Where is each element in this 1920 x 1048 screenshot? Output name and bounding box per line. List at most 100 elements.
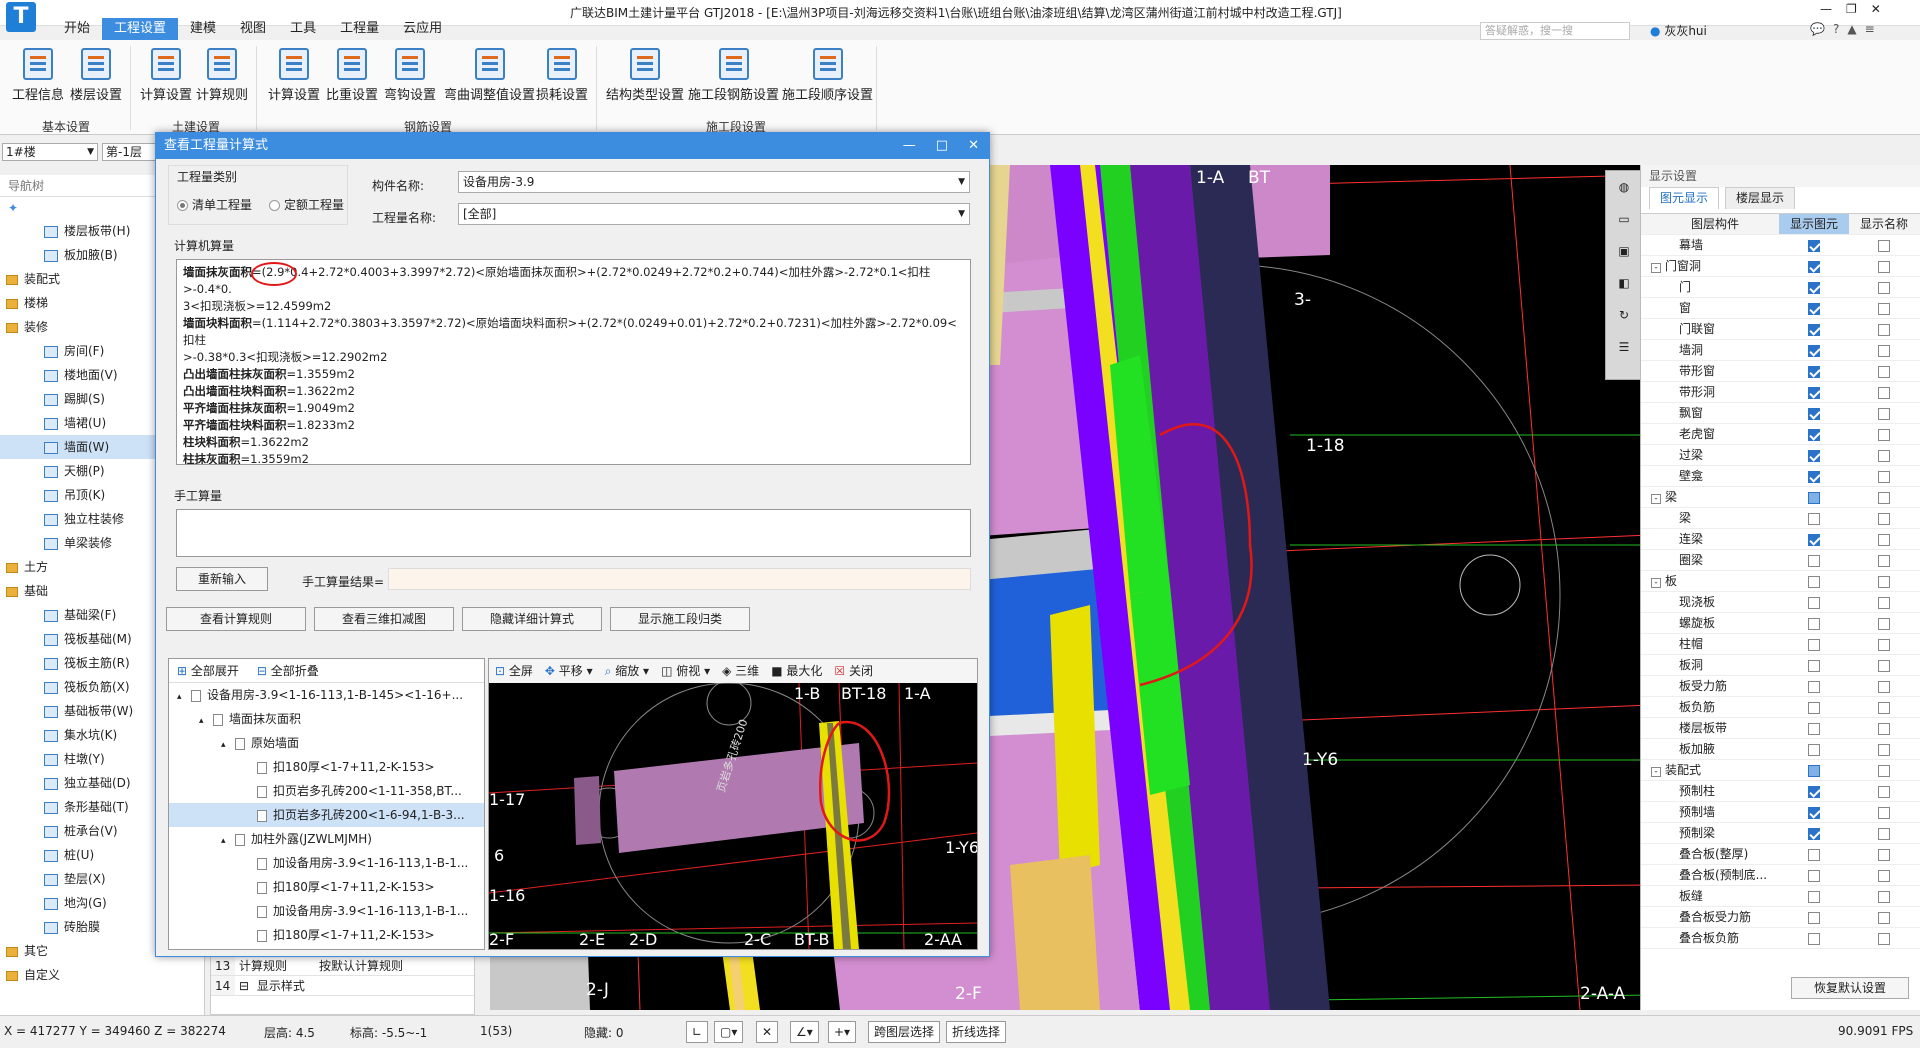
show-element-checkbox[interactable]	[1808, 701, 1820, 714]
tab-3[interactable]: 视图	[228, 18, 278, 40]
show-element-checkbox[interactable]	[1808, 617, 1820, 630]
show-element-checkbox[interactable]	[1808, 848, 1820, 861]
show-element-checkbox[interactable]	[1808, 911, 1820, 924]
show-name-checkbox[interactable]	[1878, 449, 1890, 462]
show-element-checkbox[interactable]	[1808, 386, 1820, 399]
layer-row[interactable]: -梁	[1641, 487, 1920, 508]
zoom-button[interactable]: ⌕ 缩放 ▾	[605, 659, 649, 683]
pan-button[interactable]: ✥ 平移 ▾	[545, 659, 593, 683]
show-name-checkbox[interactable]	[1878, 407, 1890, 420]
show-element-checkbox[interactable]	[1808, 302, 1820, 315]
layer-row[interactable]: 预制柱	[1641, 781, 1920, 802]
tab-element-display[interactable]: 图元显示	[1649, 187, 1720, 209]
component-select[interactable]: 设备用房-3.9 ▼	[458, 171, 970, 193]
show-element-checkbox[interactable]	[1808, 344, 1820, 357]
layer-row[interactable]: 叠合板(整厚)	[1641, 844, 1920, 865]
show-element-checkbox[interactable]	[1808, 554, 1820, 567]
layer-row[interactable]: 过梁	[1641, 445, 1920, 466]
fullscreen-button[interactable]: ⊡ 全屏	[495, 659, 533, 683]
tab-0[interactable]: 开始	[52, 18, 102, 40]
layer-row[interactable]: 柱帽	[1641, 634, 1920, 655]
cross-icon[interactable]: ✕	[756, 1021, 779, 1043]
layer-row[interactable]: 门	[1641, 277, 1920, 298]
box-icon[interactable]: ◧	[1606, 267, 1642, 299]
show-name-checkbox[interactable]	[1878, 659, 1890, 672]
weight-settings-button[interactable]: 比重设置	[326, 48, 378, 103]
show-name-checkbox[interactable]	[1878, 701, 1890, 714]
show-name-checkbox[interactable]	[1878, 281, 1890, 294]
show-element-checkbox[interactable]	[1808, 743, 1820, 756]
tree-item[interactable]: 扣180厚<1-7+11,2-K-153>	[169, 755, 484, 779]
hide-detail-button[interactable]: 隐藏详细计算式	[462, 607, 602, 631]
show-name-checkbox[interactable]	[1878, 344, 1890, 357]
layer-row[interactable]: 预制墙	[1641, 802, 1920, 823]
layer-row[interactable]: 板缝	[1641, 886, 1920, 907]
calc-settings-button[interactable]: 计算设置	[140, 48, 192, 103]
star-icon[interactable]: ✦	[8, 201, 18, 215]
show-element-checkbox[interactable]	[1808, 869, 1820, 882]
maximize-button[interactable]: ■ 最大化	[771, 659, 822, 683]
restore-icon[interactable]: ❐	[1846, 2, 1857, 16]
layer-row[interactable]: 带形洞	[1641, 382, 1920, 403]
layer-row[interactable]: 老虎窗	[1641, 424, 1920, 445]
show-element-checkbox[interactable]	[1808, 512, 1820, 525]
3d-button[interactable]: ◈ 三维	[722, 659, 759, 683]
minimize-icon[interactable]: —	[903, 133, 916, 159]
expand-arrow-icon[interactable]: ▴	[221, 829, 235, 851]
show-name-checkbox[interactable]	[1878, 365, 1890, 378]
show-element-checkbox[interactable]	[1808, 680, 1820, 693]
show-name-checkbox[interactable]	[1878, 638, 1890, 651]
2d-icon[interactable]: ▭	[1606, 203, 1642, 235]
show-element-checkbox[interactable]	[1808, 596, 1820, 609]
show-element-checkbox[interactable]	[1808, 722, 1820, 735]
loss-settings-button[interactable]: 损耗设置	[536, 48, 588, 103]
show-element-checkbox[interactable]	[1808, 806, 1820, 819]
tree-item[interactable]: 加设备用房-3.9<1-16-113,1-B-1...	[169, 851, 484, 875]
show-name-checkbox[interactable]	[1878, 848, 1890, 861]
show-name-checkbox[interactable]	[1878, 428, 1890, 441]
show-element-checkbox[interactable]	[1808, 428, 1820, 441]
show-stage-button[interactable]: 显示施工段归类	[610, 607, 750, 631]
show-element-checkbox[interactable]	[1808, 491, 1820, 504]
rotate-icon[interactable]: ↻	[1606, 299, 1642, 331]
chat-icon[interactable]: 💬	[1810, 22, 1825, 36]
close-icon[interactable]: ✕	[968, 133, 979, 159]
restore-defaults-button[interactable]: 恢复默认设置	[1791, 977, 1909, 999]
show-name-checkbox[interactable]	[1878, 806, 1890, 819]
bend-adjust-button[interactable]: 弯曲调整值设置	[444, 48, 535, 103]
layer-row[interactable]: 墙洞	[1641, 340, 1920, 361]
tab-2[interactable]: 建模	[178, 18, 228, 40]
layer-row[interactable]: 预制梁	[1641, 823, 1920, 844]
collapse-icon[interactable]: -	[1651, 578, 1661, 588]
show-element-checkbox[interactable]	[1808, 449, 1820, 462]
layer-row[interactable]: 窗	[1641, 298, 1920, 319]
show-element-checkbox[interactable]	[1808, 365, 1820, 378]
show-name-checkbox[interactable]	[1878, 302, 1890, 315]
snap-icon[interactable]: ▢▾	[714, 1021, 744, 1043]
layer-row[interactable]: 梁	[1641, 508, 1920, 529]
expand-arrow-icon[interactable]: ▴	[199, 709, 213, 731]
cross-layer-button[interactable]: 跨图层选择	[868, 1021, 941, 1043]
quota-quantity-radio[interactable]: 定额工程量	[269, 196, 344, 213]
ortho-icon[interactable]: ∟	[686, 1021, 709, 1043]
show-name-checkbox[interactable]	[1878, 575, 1890, 588]
layers-icon[interactable]: ☰	[1606, 331, 1642, 363]
show-element-checkbox[interactable]	[1808, 407, 1820, 420]
view-rules-button[interactable]: 查看计算规则	[166, 607, 306, 631]
user-name[interactable]: ● 灰灰hui	[1650, 22, 1707, 39]
stage-rebar-button[interactable]: 施工段钢筋设置	[688, 48, 779, 103]
maximize-icon[interactable]: □	[936, 133, 948, 159]
layer-row[interactable]: 板洞	[1641, 655, 1920, 676]
table-row[interactable]: 13 计算规则 按默认计算规则	[211, 956, 474, 976]
layer-row[interactable]: 壁龛	[1641, 466, 1920, 487]
show-element-checkbox[interactable]	[1808, 932, 1820, 945]
layer-row[interactable]: - 门窗洞	[1641, 256, 1920, 277]
calc-formula-text[interactable]: 墙面抹灰面积=(2.9*0.4+2.72*0.4003+3.3997*2.72)…	[176, 259, 971, 465]
tab-6[interactable]: 云应用	[391, 18, 454, 40]
layer-row[interactable]: 螺旋板	[1641, 613, 1920, 634]
show-name-checkbox[interactable]	[1878, 491, 1890, 504]
collapse-icon[interactable]: -	[1651, 767, 1661, 777]
layer-row[interactable]: 带形窗	[1641, 361, 1920, 382]
show-name-checkbox[interactable]	[1878, 239, 1890, 252]
layer-row[interactable]: - 装配式	[1641, 760, 1920, 781]
